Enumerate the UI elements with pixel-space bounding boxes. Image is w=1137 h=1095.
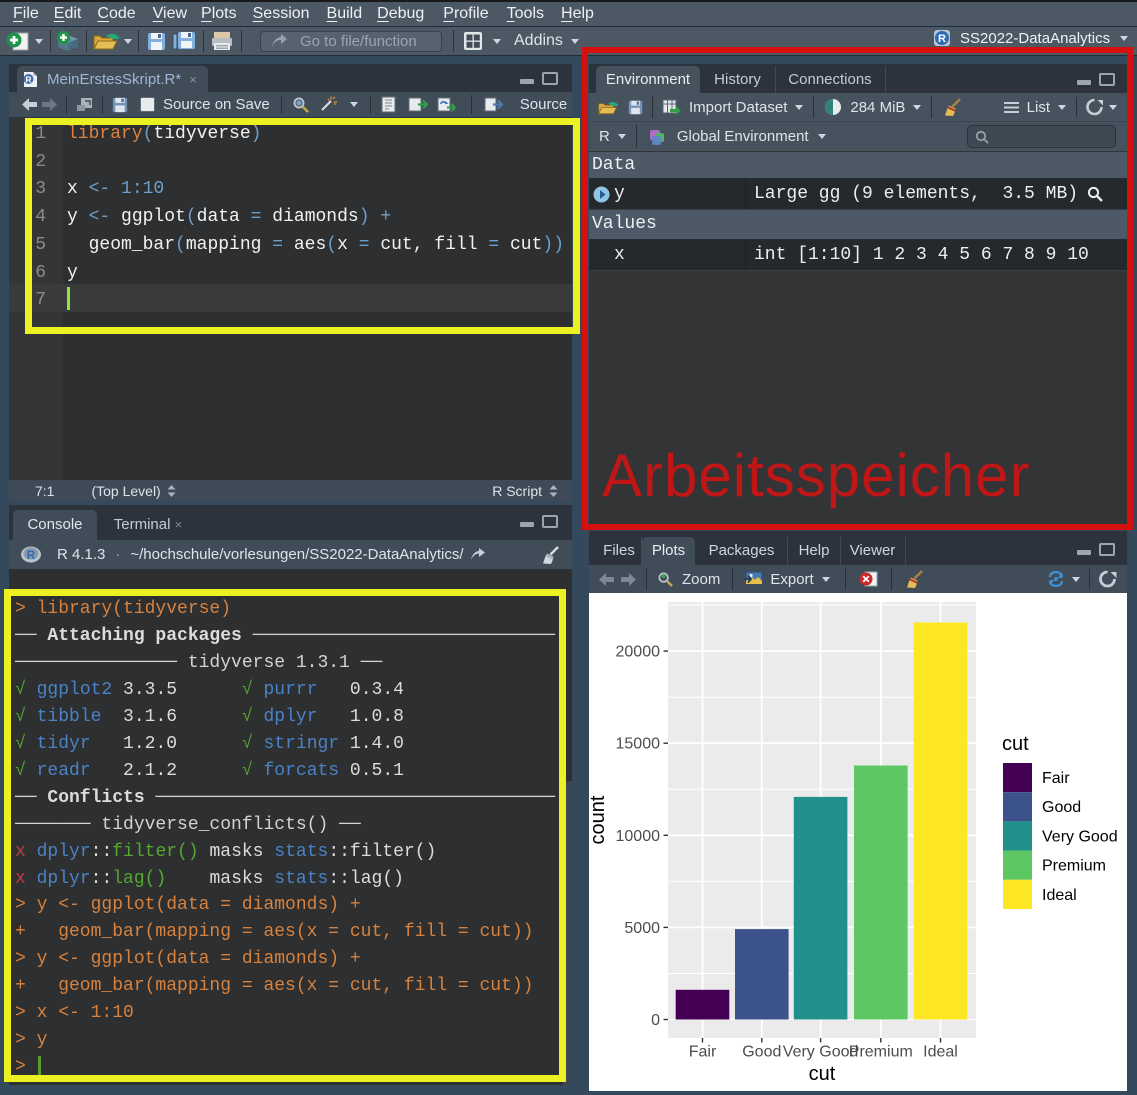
svg-text:Very Good: Very Good — [1042, 829, 1118, 846]
svg-text:Fair: Fair — [1042, 770, 1070, 787]
svg-text:Fair: Fair — [689, 1044, 717, 1061]
svg-text:R: R — [25, 74, 31, 84]
svg-text:R: R — [938, 33, 946, 45]
svg-text:cut: cut — [809, 1063, 836, 1085]
svg-text:Good: Good — [742, 1044, 781, 1061]
svg-text:15000: 15000 — [616, 736, 661, 753]
svg-text:0: 0 — [651, 1012, 660, 1029]
svg-text:R: R — [27, 548, 36, 562]
svg-text:Ideal: Ideal — [923, 1044, 958, 1061]
svg-text:Very Good: Very Good — [783, 1044, 859, 1061]
svg-text:count: count — [589, 795, 609, 844]
svg-text:Ideal: Ideal — [1042, 887, 1077, 904]
svg-text:5000: 5000 — [624, 920, 660, 937]
svg-text:Premium: Premium — [849, 1044, 913, 1061]
svg-text:10000: 10000 — [616, 828, 661, 845]
svg-text:20000: 20000 — [616, 644, 661, 661]
svg-text:Premium: Premium — [1042, 858, 1106, 875]
svg-text:cut: cut — [1002, 733, 1029, 755]
svg-text:Good: Good — [1042, 799, 1081, 816]
